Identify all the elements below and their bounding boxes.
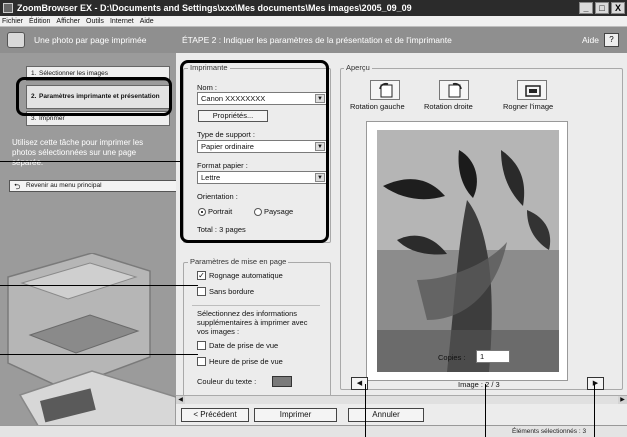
step-label: Imprimer — [39, 115, 65, 122]
menu-bar: Fichier Édition Afficher Outils Internet… — [0, 16, 627, 27]
left-arrow-icon: ◀ — [356, 380, 363, 387]
window-title: ZoomBrowser EX - D:\Documents and Settin… — [17, 3, 412, 13]
app-icon — [3, 3, 13, 13]
return-arrow-icon: ⮌ — [14, 182, 21, 191]
rotate-left-button[interactable] — [370, 80, 400, 100]
step-number: 3. — [31, 115, 37, 122]
step-highlight-callout — [16, 77, 172, 116]
help-label[interactable]: Aide — [582, 35, 599, 45]
maximize-button[interactable]: □ — [595, 2, 609, 14]
copies-stepper[interactable]: 1 — [476, 350, 510, 363]
menu-internet[interactable]: Internet — [110, 18, 134, 25]
rotate-right-button[interactable] — [439, 80, 469, 100]
cancel-button[interactable]: Annuler — [348, 408, 424, 422]
rotate-left-label: Rotation gauche — [350, 102, 405, 111]
copies-label: Copies : — [438, 353, 466, 362]
rotate-right-icon — [448, 82, 462, 98]
step-title: ÉTAPE 2 : Indiquer les paramètres de la … — [182, 35, 452, 45]
previous-step-button[interactable]: < Précédent — [181, 408, 249, 422]
back-button-label: Revenir au menu principal — [26, 182, 102, 189]
window-controls: _ □ X — [579, 2, 625, 14]
printer-settings-callout — [180, 60, 329, 243]
task-hint: Utilisez cette tâche pour imprimer les p… — [12, 138, 144, 167]
auto-crop-label: Rognage automatique — [209, 271, 283, 280]
horizontal-scrollbar[interactable]: ◀ ▶ — [176, 395, 627, 404]
menu-tools[interactable]: Outils — [86, 18, 104, 25]
back-to-menu-button[interactable]: ⮌ Revenir au menu principal — [9, 180, 176, 192]
step-label: Sélectionner les images — [39, 70, 109, 77]
callout-line — [0, 354, 198, 355]
image-counter: Image : 2 / 3 — [458, 380, 500, 389]
callout-line — [0, 161, 181, 162]
callout-line — [594, 384, 595, 437]
crop-label: Rogner l'image — [503, 102, 554, 111]
auto-crop-checkbox[interactable]: ✓ — [197, 271, 206, 280]
shooting-date-label: Date de prise de vue — [209, 341, 279, 350]
help-button[interactable]: ? — [604, 33, 619, 47]
menu-file[interactable]: Fichier — [2, 18, 23, 25]
rotate-left-icon — [379, 82, 393, 98]
extra-info-text: Sélectionnez des informations supplément… — [197, 309, 308, 336]
printer-task-icon — [7, 32, 25, 48]
crop-icon — [525, 85, 541, 97]
menu-view[interactable]: Afficher — [56, 18, 80, 25]
preview-group-title: Aperçu — [344, 63, 372, 72]
scroll-right-icon[interactable]: ▶ — [618, 396, 627, 404]
borderless-checkbox[interactable] — [197, 287, 206, 296]
task-title: Une photo par page imprimée — [34, 35, 147, 45]
close-button[interactable]: X — [611, 2, 625, 14]
shooting-date-checkbox[interactable] — [197, 341, 206, 350]
shooting-time-label: Heure de prise de vue — [209, 357, 283, 366]
rotate-right-label: Rotation droite — [424, 102, 473, 111]
callout-line — [0, 285, 198, 286]
menu-edit[interactable]: Édition — [29, 18, 50, 25]
print-button[interactable]: Imprimer — [254, 408, 337, 422]
preview-image[interactable] — [377, 130, 559, 372]
scroll-left-icon[interactable]: ◀ — [176, 396, 185, 404]
borderless-label: Sans bordure — [209, 287, 255, 296]
text-color-swatch[interactable] — [272, 376, 292, 387]
selected-count: Éléments sélectionnés : 3 — [512, 428, 587, 435]
title-bar: ZoomBrowser EX - D:\Documents and Settin… — [0, 0, 627, 16]
crop-button[interactable] — [517, 80, 547, 100]
layout-divider — [192, 305, 320, 306]
printer-illustration — [7, 253, 176, 429]
status-bar: Éléments sélectionnés : 3 — [0, 425, 627, 437]
minimize-button[interactable]: _ — [579, 2, 593, 14]
preview-page — [366, 121, 568, 381]
callout-line — [365, 384, 366, 437]
copies-value: 1 — [480, 352, 485, 361]
menu-help[interactable]: Aide — [140, 18, 154, 25]
text-color-label: Couleur du texte : — [197, 377, 257, 386]
layout-group-title: Paramètres de mise en page — [188, 257, 289, 266]
step-number: 1. — [31, 70, 37, 77]
next-image-button[interactable]: ▶ — [587, 377, 604, 390]
callout-line — [485, 384, 486, 437]
task-header: Une photo par page imprimée ÉTAPE 2 : In… — [0, 27, 627, 53]
shooting-time-checkbox[interactable] — [197, 357, 206, 366]
